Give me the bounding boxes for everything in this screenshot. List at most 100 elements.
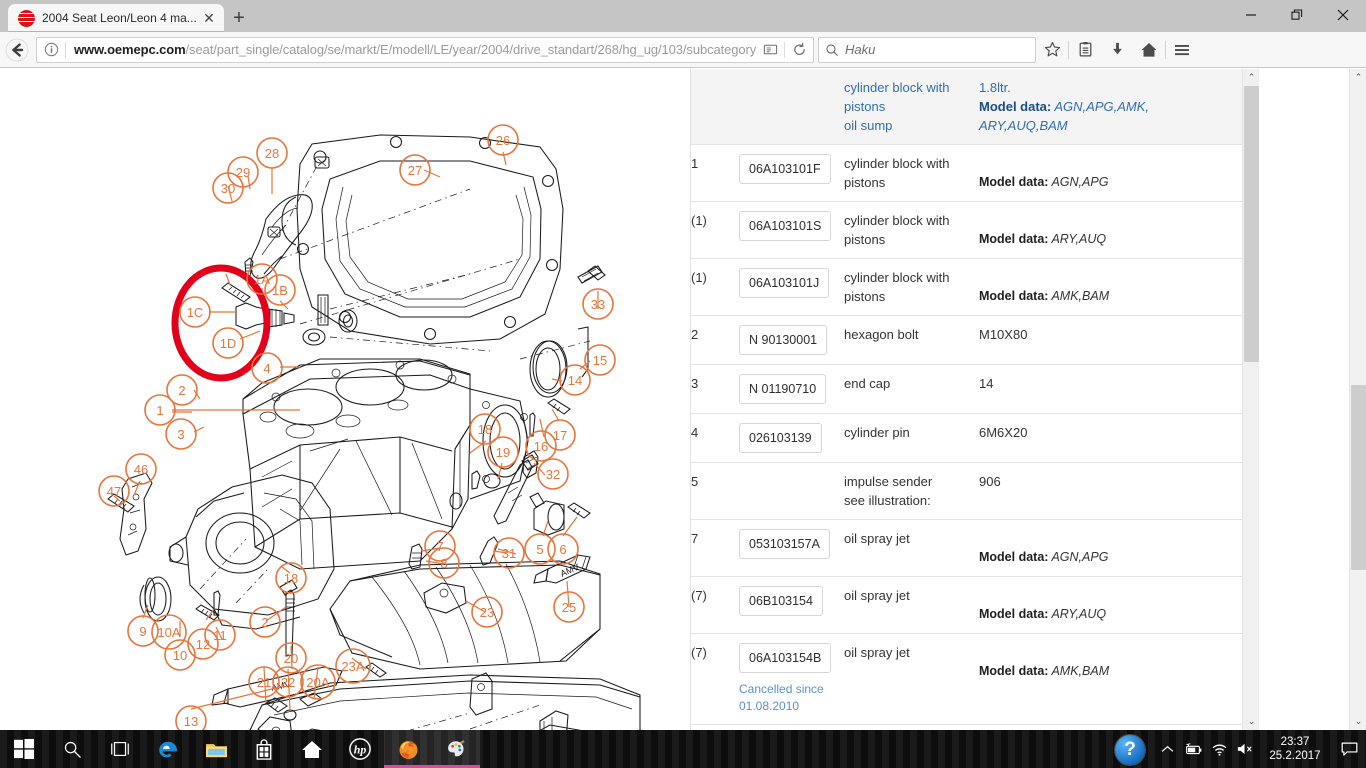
table-row[interactable]: (1)06A103101Scylinder block withpistonsM… [691, 202, 1242, 259]
row-part-number[interactable]: 06A103154B Cancelled since 01.08.2010 [739, 634, 844, 725]
row-position: 7 [691, 520, 739, 577]
reader-view-icon[interactable] [756, 38, 784, 62]
svg-text:13: 13 [184, 714, 198, 729]
parts-diagram[interactable]: AMV AMV [0, 69, 683, 730]
action-center-icon[interactable] [1332, 730, 1366, 768]
row-part-number[interactable]: N 90130001 [739, 316, 844, 365]
part-number-button[interactable]: 06A103154B [739, 643, 831, 673]
table-scrollbar-thumb[interactable] [1244, 86, 1259, 362]
row-part-number[interactable]: 06A103101J [739, 259, 844, 316]
cancelled-note[interactable]: Cancelled since 01.08.2010 [739, 681, 831, 715]
row-part-number[interactable] [739, 463, 844, 520]
show-hidden-icons[interactable] [1154, 730, 1180, 768]
table-row[interactable]: 4026103139cylinder pin6M6X20 [691, 414, 1242, 463]
callout-25: 25 [554, 592, 584, 622]
part-number-button[interactable]: 026103139 [739, 423, 822, 453]
row-position: 4 [691, 414, 739, 463]
table-row[interactable]: (7)06B103154oil spray jetModel data: ARY… [691, 577, 1242, 634]
callout-23A: 23A [336, 649, 370, 683]
svg-text:31: 31 [502, 546, 516, 561]
svg-text:11: 11 [213, 628, 227, 643]
downloads-icon[interactable] [1101, 34, 1133, 66]
svg-text:3: 3 [177, 427, 184, 442]
part-number-button[interactable]: N 90130001 [739, 325, 827, 355]
store-icon[interactable] [240, 730, 288, 768]
edge-icon[interactable] [144, 730, 192, 768]
scroll-down-arrow-icon[interactable]: ⌄ [1243, 713, 1260, 730]
table-scrollbar[interactable]: ⌃ ⌄ [1242, 69, 1259, 730]
header-note: 1.8ltr.Model data: AGN,APG,AMK,ARY,AUQ,B… [979, 69, 1242, 145]
table-row[interactable]: 106A103101F cylinder block withpistonsMod… [691, 145, 1242, 202]
part-number-button[interactable]: 06A103101J [739, 268, 829, 298]
reload-icon[interactable] [785, 38, 813, 62]
table-row[interactable]: 2N 90130001hexagon boltM10X80 [691, 316, 1242, 365]
help-icon[interactable]: ? [1115, 735, 1145, 765]
minimize-icon[interactable] [1228, 0, 1274, 30]
back-button-icon[interactable] [0, 33, 34, 67]
home-icon[interactable] [288, 730, 336, 768]
row-position: 1 [691, 145, 739, 202]
wifi-icon[interactable] [1206, 730, 1232, 768]
row-part-number[interactable]: 06A103101S [739, 202, 844, 259]
svg-text:26: 26 [496, 133, 510, 148]
home-icon[interactable] [1133, 34, 1165, 66]
row-note: Model data: AGN,APG [979, 145, 1242, 202]
part-number-button[interactable]: N 01190710 [739, 374, 826, 404]
row-part-number[interactable]: 06A103101F [739, 145, 844, 202]
search-input[interactable] [845, 42, 1035, 57]
restore-icon[interactable] [1274, 0, 1320, 30]
part-number-button[interactable]: 053103157A [739, 529, 830, 559]
row-description: cylinder block withpistons [844, 145, 979, 202]
start-icon[interactable] [0, 730, 48, 768]
page-info-icon[interactable] [37, 38, 65, 62]
svg-text:23: 23 [480, 605, 494, 620]
svg-text:10A: 10A [157, 625, 180, 640]
row-part-number[interactable]: 06B103154 [739, 577, 844, 634]
search-bar[interactable] [818, 37, 1036, 63]
table-row[interactable]: 3N 01190710end cap14 [691, 365, 1242, 414]
close-window-icon[interactable] [1320, 0, 1366, 30]
row-note: Model data: ARY,AUQ [979, 577, 1242, 634]
page-scrollbar-thumb[interactable] [1351, 385, 1366, 570]
scroll-up-arrow-icon[interactable]: ⌃ [1243, 69, 1260, 86]
svg-text:2: 2 [178, 383, 185, 398]
search-icon[interactable] [48, 730, 96, 768]
menu-icon[interactable] [1166, 34, 1198, 66]
table-row[interactable]: (7)06A103154BCancelled since 01.08.2010o… [691, 634, 1242, 725]
battery-icon[interactable] [1180, 730, 1206, 768]
row-part-number[interactable]: 053103157A [739, 520, 844, 577]
row-part-number[interactable]: 026103139 [739, 414, 844, 463]
hp-icon[interactable]: hp [336, 730, 384, 768]
part-number-button[interactable]: 06B103154 [739, 586, 823, 616]
svg-text:46: 46 [134, 462, 148, 477]
misc-small-parts: AMV AMV [145, 266, 605, 730]
page-scroll-up-icon[interactable]: ⌃ [1350, 69, 1366, 86]
table-row[interactable]: 7053103157Aoil spray jetModel data: AGN,… [691, 520, 1242, 577]
address-bar[interactable]: www.oemepc.com/seat/part_single/catalog/… [36, 37, 814, 63]
file-explorer-icon[interactable] [192, 730, 240, 768]
row-description: oil spray jet [844, 577, 979, 634]
close-icon[interactable]: ✕ [200, 9, 218, 27]
table-row[interactable]: (1)06A103101Jcylinder block withpistonsM… [691, 259, 1242, 316]
oil-sump-drawing [242, 561, 640, 730]
row-part-number[interactable]: N 01190710 [739, 365, 844, 414]
page-scroll-down-icon[interactable]: ⌄ [1350, 713, 1366, 730]
library-icon[interactable] [1069, 34, 1101, 66]
paint-icon[interactable] [432, 730, 480, 768]
browser-tab[interactable]: 2004 Seat Leon/Leon 4 ma... ✕ [8, 4, 224, 32]
bookmark-star-icon[interactable] [1036, 34, 1068, 66]
navigation-toolbar: www.oemepc.com/seat/part_single/catalog/… [0, 32, 1366, 68]
svg-text:22: 22 [281, 675, 295, 690]
callout-16: 16 [526, 431, 556, 461]
new-tab-button[interactable]: + [224, 4, 254, 32]
part-number-button[interactable]: 06A103101F [739, 154, 831, 184]
task-view-icon[interactable] [96, 730, 144, 768]
svg-text:1C: 1C [187, 305, 204, 320]
firefox-icon[interactable] [384, 730, 432, 768]
parts-list-panel[interactable]: cylinder block withpistonsoil sump1.8ltr… [690, 69, 1242, 730]
table-row[interactable]: 5impulse sendersee illustration:906 [691, 463, 1242, 520]
taskbar-clock[interactable]: 23:37 25.2.2017 [1258, 730, 1332, 768]
part-number-button[interactable]: 06A103101S [739, 211, 831, 241]
volume-muted-icon[interactable] [1232, 730, 1258, 768]
page-scrollbar[interactable]: ⌃ ⌄ [1349, 69, 1366, 730]
